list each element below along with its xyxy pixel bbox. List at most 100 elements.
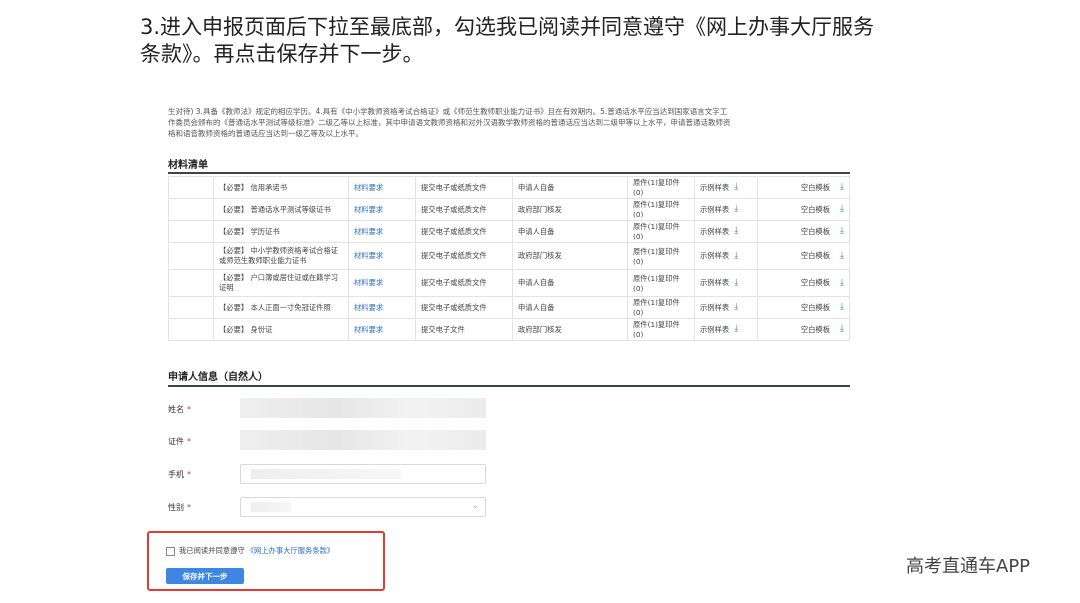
material-requirement-cell: 材料要求 [348,198,416,221]
material-source-cell-text: 申请人自备 [518,278,555,287]
gender-value-blurred [251,502,291,512]
phone-label: 手机 * [168,469,191,480]
sample-cell: 示例样表 ⤓ [694,269,758,297]
sample-cell-text[interactable]: 示例样表 [700,278,729,287]
material-source-cell-text: 政府部门核发 [518,251,562,260]
download-icon[interactable]: ⤓ [734,251,743,261]
material-requirement-cell-text[interactable]: 材料要求 [354,325,383,334]
copies-cell-text: 原件(1)复印件(0) [633,298,680,317]
submit-method-cell-text: 提交电子或纸质文件 [421,278,487,287]
download-icon[interactable]: ⤓ [835,278,844,288]
row-index-cell [168,242,214,270]
copies-cell: 原件(1)复印件(0) [627,198,695,221]
watermark: 高考直通车APP [906,556,1031,577]
download-icon[interactable]: ⤓ [835,325,844,334]
submit-method-cell: 提交电子或纸质文件 [415,296,513,319]
row-index-cell [168,318,214,341]
download-icon[interactable]: ⤓ [835,183,844,192]
blank-template-cell: 空白模板 ⤓ [757,242,850,270]
material-source-cell-text: 政府部门核发 [518,324,562,334]
blank-template-cell: 空白模板 ⤓ [757,220,850,243]
table-row: 【必要】 户口簿或居住证或在籍学习证明 材料要求 提交电子或纸质文件 申请人自备 原件(… [168,269,850,297]
row-index-cell [168,269,214,297]
blank-template-cell: 空白模板 ⤓ [757,318,850,341]
copies-cell-text: 原件(1)复印件(0) [633,273,680,293]
submit-method-cell: 提交电子或纸质文件 [415,176,513,199]
download-icon[interactable]: ⤓ [835,303,844,312]
blank-template-cell: 空白模板 ⤓ [757,296,850,319]
material-requirement-cell-text[interactable]: 材料要求 [354,303,383,312]
blank-template-cell-text[interactable]: 空白模板 [801,205,830,214]
material-name-cell-text: 【必要】 身份证 [219,324,273,334]
material-source-cell-text: 申请人自备 [518,182,555,192]
submit-method-cell-text: 提交电子或纸质文件 [421,251,487,260]
material-requirement-cell: 材料要求 [348,176,416,199]
material-requirement-cell-text[interactable]: 材料要求 [354,278,383,287]
blank-template-cell-text[interactable]: 空白模板 [801,278,830,287]
sample-cell-text[interactable]: 示例样表 [700,183,729,192]
material-source-cell: 政府部门核发 [512,242,628,270]
id-field[interactable] [240,430,486,450]
material-requirement-cell-text[interactable]: 材料要求 [354,183,383,192]
blank-template-cell-text[interactable]: 空白模板 [801,303,830,312]
blank-template-cell-text[interactable]: 空白模板 [801,325,830,334]
submit-method-cell: 提交电子或纸质文件 [415,242,513,270]
gender-label: 性别 * [168,502,191,513]
material-source-cell-text: 申请人自备 [518,302,555,312]
save-next-button[interactable]: 保存并下一步 [166,568,244,584]
material-name-cell-text: 【必要】 学历证书 [219,226,280,236]
sample-cell-text[interactable]: 示例样表 [700,303,729,312]
sample-cell: 示例样表 ⤓ [694,176,758,199]
material-requirement-cell-text[interactable]: 材料要求 [354,205,383,214]
copies-cell-text: 原件(1)复印件(0) [633,200,680,219]
headline-line-1: 3.进入申报页面后下拉至最底部，勾选我已阅读并同意遵守《网上办事大厅服务 [140,15,875,39]
sample-cell-text[interactable]: 示例样表 [700,325,729,334]
download-icon[interactable]: ⤓ [835,251,844,261]
copies-cell: 原件(1)复印件(0) [627,176,695,199]
copies-cell-text: 原件(1)复印件(0) [633,178,680,197]
sample-cell-text[interactable]: 示例样表 [700,227,729,236]
submit-method-cell-text: 提交电子文件 [421,324,465,334]
table-row: 【必要】 中小学教师资格考试合格证或师范生教师职业能力证书 材料要求 提交电子或纸质… [168,242,850,270]
material-name-cell: 【必要】 学历证书 [213,220,349,243]
gender-select[interactable]: ⌄ [240,497,486,517]
requirements-line-3: 格和语音教师资格的普通话应当达到一级乙等及以上水平。 [168,129,363,138]
download-icon[interactable]: ⤓ [734,183,743,192]
phone-input[interactable] [240,464,486,484]
material-requirement-cell-text[interactable]: 材料要求 [354,251,383,260]
name-field[interactable] [240,398,486,418]
download-icon[interactable]: ⤓ [734,205,743,214]
headline-line-2: 条款》。再点击保存并下一步。 [140,42,424,66]
blank-template-cell-text[interactable]: 空白模板 [801,183,830,192]
materials-section-title: 材料清单 [168,160,208,171]
blank-template-cell: 空白模板 ⤓ [757,198,850,221]
requirements-text: 生对待) 3.具备《教师法》规定的相应学历。4.具有《中小学教师资格考试合格证》… [168,106,858,139]
blank-template-cell: 空白模板 ⤓ [757,269,850,297]
download-icon[interactable]: ⤓ [835,205,844,214]
id-label: 证件 * [168,436,191,447]
blank-template-cell-text[interactable]: 空白模板 [801,251,830,260]
required-mark: * [187,437,191,446]
download-icon[interactable]: ⤓ [734,278,743,288]
sample-cell-text[interactable]: 示例样表 [700,205,729,214]
blank-template-cell: 空白模板 ⤓ [757,176,850,199]
material-name-cell-text: 【必要】 户口簿或居住证或在籍学习证明 [219,273,339,292]
material-source-cell: 申请人自备 [512,269,628,297]
blank-template-cell-text[interactable]: 空白模板 [801,227,830,236]
required-mark: * [187,405,191,414]
agreement-checkbox[interactable] [166,546,175,556]
download-icon[interactable]: ⤓ [734,227,743,236]
terms-link[interactable]: 《网上办事大厅服务条款》 [247,546,335,556]
table-row: 【必要】 普通话水平测试等级证书 材料要求 提交电子或纸质文件 政府部门核发 原件(1)… [168,198,850,221]
download-icon[interactable]: ⤓ [734,303,743,312]
sample-cell-text[interactable]: 示例样表 [700,251,729,260]
material-source-cell-text: 申请人自备 [518,226,555,236]
material-requirement-cell: 材料要求 [348,269,416,297]
copies-cell-text: 原件(1)复印件(0) [633,246,680,266]
download-icon[interactable]: ⤓ [734,325,743,334]
material-source-cell: 政府部门核发 [512,198,628,221]
material-name-cell: 【必要】 普通话水平测试等级证书 [213,198,349,221]
download-icon[interactable]: ⤓ [835,227,844,236]
material-requirement-cell-text[interactable]: 材料要求 [354,227,383,236]
chevron-down-icon: ⌄ [471,501,479,511]
